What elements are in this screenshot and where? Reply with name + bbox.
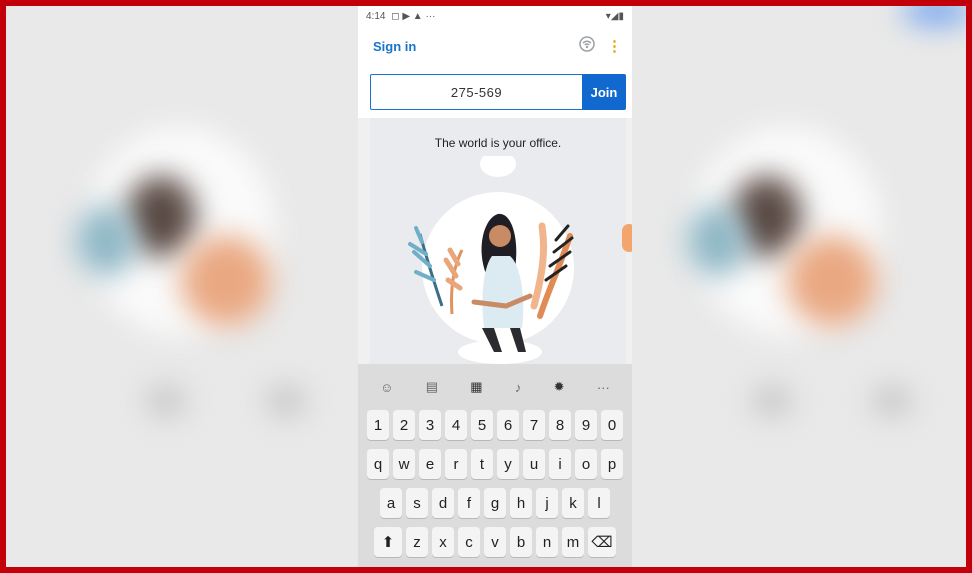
keyboard-toolbar: ☺ ▤ ▦ ♪ ✹ ···	[358, 364, 632, 410]
key-u[interactable]: u	[523, 449, 545, 479]
key-v[interactable]: v	[484, 527, 506, 557]
key-o[interactable]: o	[575, 449, 597, 479]
app-bar-actions: ⋮	[579, 35, 622, 57]
status-time: 4:14	[366, 10, 386, 22]
video-frame: 4:14 ◻ ▶ ▲ ··· ▾◢▮ Sign in ⋮ 2 75-569 Joi…	[6, 6, 966, 567]
key-y[interactable]: y	[497, 449, 519, 479]
key-3[interactable]: 3	[419, 410, 441, 440]
shift-key[interactable]: ⬆	[374, 527, 402, 557]
status-bar: 4:14 ◻ ▶ ▲ ··· ▾◢▮	[358, 6, 632, 26]
key-c[interactable]: c	[458, 527, 480, 557]
keyboard-row-top: q w e r t y u i o p	[358, 449, 632, 479]
phone-screen: 4:14 ◻ ▶ ▲ ··· ▾◢▮ Sign in ⋮ 2 75-569 Joi…	[358, 6, 632, 567]
app-bar: Sign in ⋮	[358, 26, 632, 66]
side-panel-handle[interactable]	[622, 224, 632, 252]
backspace-key[interactable]: ⌫	[588, 527, 616, 557]
key-z[interactable]: z	[406, 527, 428, 557]
meeting-id-input[interactable]: 275-569	[370, 74, 582, 110]
key-8[interactable]: 8	[549, 410, 571, 440]
more-icon[interactable]: ···	[597, 380, 610, 395]
wifi-icon[interactable]	[579, 35, 595, 57]
blurred-background-left	[6, 6, 358, 567]
key-0[interactable]: 0	[601, 410, 623, 440]
key-d[interactable]: d	[432, 488, 454, 518]
key-x[interactable]: x	[432, 527, 454, 557]
keyboard-row-numbers: 1 2 3 4 5 6 7 8 9 0	[358, 410, 632, 440]
key-k[interactable]: k	[562, 488, 584, 518]
signal-battery-icons: ▾◢▮	[605, 10, 624, 22]
key-p[interactable]: p	[601, 449, 623, 479]
key-l[interactable]: l	[588, 488, 610, 518]
status-left: 4:14 ◻ ▶ ▲ ···	[366, 11, 435, 22]
key-m[interactable]: m	[562, 527, 584, 557]
hero-panel: The world is your office.	[370, 118, 626, 364]
key-a[interactable]: a	[380, 488, 402, 518]
key-4[interactable]: 4	[445, 410, 467, 440]
microphone-icon[interactable]: ♪	[515, 380, 522, 395]
key-i[interactable]: i	[549, 449, 571, 479]
key-b[interactable]: b	[510, 527, 532, 557]
emoji-icon[interactable]: ☺	[380, 380, 393, 395]
key-6[interactable]: 6	[497, 410, 519, 440]
key-n[interactable]: n	[536, 527, 558, 557]
key-9[interactable]: 9	[575, 410, 597, 440]
keyboard-row-bottom: ⬆ z x c v b n m ⌫	[358, 527, 632, 557]
key-5[interactable]: 5	[471, 410, 493, 440]
join-button[interactable]: Join	[582, 74, 626, 110]
key-7[interactable]: 7	[523, 410, 545, 440]
sign-in-link[interactable]: Sign in	[373, 39, 416, 54]
meeting-join-bar: 275-569 Join	[358, 66, 632, 118]
hero-illustration	[408, 156, 574, 364]
key-q[interactable]: q	[367, 449, 389, 479]
key-e[interactable]: e	[419, 449, 441, 479]
key-f[interactable]: f	[458, 488, 480, 518]
key-g[interactable]: g	[484, 488, 506, 518]
kebab-menu-icon[interactable]: ⋮	[607, 39, 622, 54]
sticker-icon[interactable]: ▤	[426, 379, 438, 395]
hero-tagline: The world is your office.	[434, 136, 562, 150]
blurred-background-right	[632, 6, 966, 567]
key-2[interactable]: 2	[393, 410, 415, 440]
settings-icon[interactable]: ✹	[554, 379, 565, 395]
clipboard-icon[interactable]: ▦	[470, 379, 482, 395]
notification-icons: ◻ ▶ ▲ ···	[391, 10, 436, 22]
key-h[interactable]: h	[510, 488, 532, 518]
key-s[interactable]: s	[406, 488, 428, 518]
key-j[interactable]: j	[536, 488, 558, 518]
key-t[interactable]: t	[471, 449, 493, 479]
soft-keyboard: ☺ ▤ ▦ ♪ ✹ ··· 1 2 3 4 5 6 7 8 9 0 q w e …	[358, 364, 632, 567]
wifi-glyph	[579, 35, 595, 52]
key-1[interactable]: 1	[367, 410, 389, 440]
key-r[interactable]: r	[445, 449, 467, 479]
keyboard-row-middle: a s d f g h j k l	[358, 488, 632, 518]
key-w[interactable]: w	[393, 449, 415, 479]
